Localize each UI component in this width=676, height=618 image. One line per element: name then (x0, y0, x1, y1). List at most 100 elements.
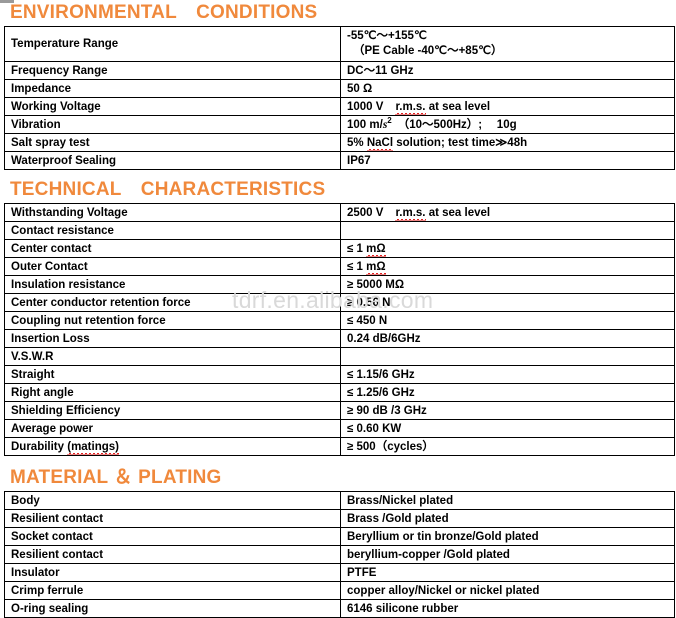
row-label: Impedance (4, 79, 341, 98)
table-row: Outer Contact ≤ 1 mΩ (4, 257, 675, 276)
row-label: Resilient contact (4, 545, 341, 564)
row-value: 5% NaCl solution; test time≫48h (340, 133, 675, 152)
section-environmental-conditions: ENVIRONMENTAL CONDITIONS Temperature Ran… (0, 0, 676, 170)
value-misspelled-term: r.m.s. (395, 206, 426, 221)
row-value: 100 m/s2 （10～500Hz）; 10g (340, 115, 675, 134)
value-misspelled-term: mΩ (366, 260, 387, 275)
value-suffix: at sea level (425, 206, 491, 219)
section-title-environmental: ENVIRONMENTAL CONDITIONS (10, 2, 318, 23)
table-row: Waterproof Sealing IP67 (4, 151, 675, 170)
row-label: Working Voltage (4, 97, 341, 116)
row-value: ≤ 0.60 KW (340, 419, 675, 438)
table-row: Temperature Range -55℃～+155℃ （PE Cable -… (4, 26, 675, 62)
row-value: ≥ 0.56 N (340, 293, 675, 312)
row-value: -55℃～+155℃ （PE Cable -40℃～+85℃） (340, 26, 675, 62)
row-value: ≤ 1.25/6 GHz (340, 383, 675, 402)
section-material-plating: MATERIAL ＆ PLATING Body Brass/Nickel pla… (0, 456, 676, 618)
table-row: Withstanding Voltage 2500 V r.m.s. at sea… (4, 203, 675, 222)
row-value: 0.24 dB/6GHz (340, 329, 675, 348)
value-misspelled-term: mΩ (366, 242, 387, 257)
table-row: Durability (matings) ≥ 500（cycles） (4, 437, 675, 456)
table-row: Insulation resistance ≥ 5000 MΩ (4, 275, 675, 294)
table-row: Average power ≤ 0.60 KW (4, 419, 675, 438)
table-row: O-ring sealing 6146 silicone rubber (4, 599, 675, 618)
row-value: ≥ 5000 MΩ (340, 275, 675, 294)
table-row: Contact resistance (4, 221, 675, 240)
row-value: 50 Ω (340, 79, 675, 98)
table-row: Body Brass/Nickel plated (4, 491, 675, 510)
row-label: Frequency Range (4, 61, 341, 80)
row-label: Waterproof Sealing (4, 151, 341, 170)
row-value: copper alloy/Nickel or nickel plated (340, 581, 675, 600)
row-label: Center contact (4, 239, 341, 258)
row-label: Vibration (4, 115, 341, 134)
table-row: Frequency Range DC～11 GHz (4, 61, 675, 80)
table-row: Resilient contact Brass /Gold plated (4, 509, 675, 528)
row-value (340, 347, 675, 366)
value-misspelled-term: r.m.s. (395, 100, 426, 115)
table-row: Working Voltage 1000 V r.m.s. at sea leve… (4, 97, 675, 116)
value-prefix: 100 m/ (347, 118, 383, 131)
value-misspelled-term: NaCl (366, 136, 394, 151)
row-label: Coupling nut retention force (4, 311, 341, 330)
table-row: Insertion Loss 0.24 dB/6GHz (4, 329, 675, 348)
row-label: Straight (4, 365, 341, 384)
row-value: 1000 V r.m.s. at sea level (340, 97, 675, 116)
table-row: Center contact ≤ 1 mΩ (4, 239, 675, 258)
row-label: Right angle (4, 383, 341, 402)
row-label: Insertion Loss (4, 329, 341, 348)
row-label: Resilient contact (4, 509, 341, 528)
table-material-plating: Body Brass/Nickel plated Resilient conta… (4, 491, 675, 618)
row-label: Crimp ferrule (4, 581, 341, 600)
row-label: Average power (4, 419, 341, 438)
row-value: ≤ 450 N (340, 311, 675, 330)
row-label: Contact resistance (4, 221, 341, 240)
table-row: Straight ≤ 1.15/6 GHz (4, 365, 675, 384)
row-value: DC～11 GHz (340, 61, 675, 80)
table-row: Socket contact Beryllium or tin bronze/G… (4, 527, 675, 546)
row-label: Socket contact (4, 527, 341, 546)
row-label: Withstanding Voltage (4, 203, 341, 222)
section-title-technical: TECHNICAL CHARACTERISTICS (10, 179, 326, 200)
row-value: beryllium-copper /Gold plated (340, 545, 675, 564)
row-value (340, 221, 675, 240)
table-row: Crimp ferrule copper alloy/Nickel or nic… (4, 581, 675, 600)
value-exponent: 2 (387, 115, 392, 125)
value-prefix: 5% (347, 136, 367, 149)
table-technical-characteristics: Withstanding Voltage 2500 V r.m.s. at sea… (4, 203, 675, 456)
table-row: Impedance 50 Ω (4, 79, 675, 98)
table-row: Shielding Efficiency ≥ 90 dB /3 GHz (4, 401, 675, 420)
value-prefix: ≤ 1 (347, 242, 367, 255)
table-environmental-conditions: Temperature Range -55℃～+155℃ （PE Cable -… (4, 26, 675, 170)
table-row: Salt spray test 5% NaCl solution; test t… (4, 133, 675, 152)
row-value: 2500 V r.m.s. at sea level (340, 203, 675, 222)
value-line-1: -55℃～+155℃ (347, 30, 427, 42)
row-value: IP67 (340, 151, 675, 170)
row-value: Brass /Gold plated (340, 509, 675, 528)
row-value: ≤ 1 mΩ (340, 257, 675, 276)
table-row: Insulator PTFE (4, 563, 675, 582)
row-label: Insulator (4, 563, 341, 582)
label-prefix: Durability (11, 440, 68, 453)
value-prefix: 2500 V (347, 206, 384, 219)
value-suffix: solution; test time≫48h (393, 136, 528, 149)
row-label: Body (4, 491, 341, 510)
row-label: Insulation resistance (4, 275, 341, 294)
table-row: Coupling nut retention force ≤ 450 N (4, 311, 675, 330)
section-technical-characteristics: TECHNICAL CHARACTERISTICS Withstanding V… (0, 170, 676, 456)
row-label: Salt spray test (4, 133, 341, 152)
row-label: Center conductor retention force (4, 293, 341, 312)
value-prefix: ≤ 1 (347, 260, 367, 273)
row-value: ≥ 90 dB /3 GHz (340, 401, 675, 420)
row-value: ≤ 1 mΩ (340, 239, 675, 258)
table-row: Right angle ≤ 1.25/6 GHz (4, 383, 675, 402)
datasheet-page: ENVIRONMENTAL CONDITIONS Temperature Ran… (0, 0, 676, 618)
row-label: Shielding Efficiency (4, 401, 341, 420)
row-label: O-ring sealing (4, 599, 341, 618)
value-prefix: 1000 V (347, 100, 384, 113)
table-row: Resilient contact beryllium-copper /Gold… (4, 545, 675, 564)
row-label: Temperature Range (4, 26, 341, 62)
table-row: Center conductor retention force ≥ 0.56 … (4, 293, 675, 312)
value-line-2: （PE Cable -40℃～+85℃） (353, 45, 503, 57)
row-value: PTFE (340, 563, 675, 582)
